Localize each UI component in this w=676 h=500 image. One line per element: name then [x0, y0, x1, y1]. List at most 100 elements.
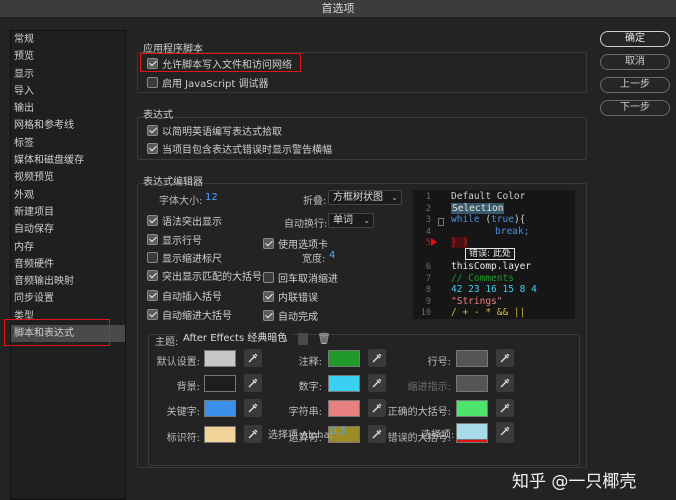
sidebar-item[interactable]: 预览	[11, 48, 125, 65]
color-label: 背景:	[176, 382, 200, 393]
editor-option-checkbox[interactable]: 内联错误	[263, 289, 318, 304]
checkbox-icon	[147, 77, 158, 88]
eyedropper-icon[interactable]	[244, 349, 262, 367]
sidebar-item[interactable]: 标签	[11, 135, 125, 152]
color-swatch[interactable]	[328, 375, 360, 392]
color-swatch[interactable]	[328, 400, 360, 417]
eyedropper-icon[interactable]	[368, 425, 386, 443]
color-label: 缩进指示:	[407, 382, 451, 393]
checkbox-icon	[263, 310, 274, 321]
window-title: 首选项	[0, 0, 676, 18]
eyedropper-icon[interactable]	[496, 399, 514, 417]
app-scripts-title: 应用程序脚本	[143, 44, 203, 55]
editor-option-checkbox[interactable]: 显示行号	[147, 232, 202, 247]
english-pickwhip-checkbox[interactable]: 以简明英语编写表达式拾取	[147, 123, 282, 138]
color-label: 标识符:	[166, 433, 200, 444]
checkbox-icon	[147, 270, 158, 281]
editor-option-checkbox[interactable]: 语法突出显示	[147, 213, 222, 228]
eyedropper-icon[interactable]	[496, 422, 514, 440]
color-swatch[interactable]	[456, 375, 488, 392]
eyedropper-icon[interactable]	[368, 349, 386, 367]
enable-debugger-checkbox[interactable]: 启用 JavaScript 调试器	[147, 75, 268, 90]
color-swatch[interactable]	[204, 350, 236, 367]
line-number: 3	[425, 215, 431, 225]
theme-label: 主题:	[155, 337, 179, 348]
fold-label: 折叠:	[303, 196, 327, 207]
line-number: 8	[425, 285, 431, 295]
sidebar-item[interactable]: 音频输出映射	[11, 273, 125, 290]
editor-option-checkbox[interactable]: 自动完成	[263, 308, 318, 323]
code-line-6: thisComp.layer	[451, 261, 532, 272]
sidebar-item[interactable]: 显示	[11, 66, 125, 83]
fold-dropdown[interactable]: 方框树状图 ⌄	[328, 190, 402, 205]
code-line-5: } }	[451, 237, 469, 248]
eyedropper-icon[interactable]	[244, 399, 262, 417]
allow-network-checkbox[interactable]: 允许脚本写入文件和访问网络	[147, 56, 292, 71]
sidebar-item[interactable]: 输出	[11, 100, 125, 117]
checkbox-icon	[263, 238, 274, 249]
line-number: 2	[425, 204, 431, 214]
chevron-down-icon: ⌄	[363, 216, 370, 225]
sidebar-item[interactable]: 内存	[11, 239, 125, 256]
duplicate-theme-icon[interactable]	[298, 333, 308, 345]
selection-color-label: 选择项:	[421, 430, 455, 441]
code-line-1: Default Color	[451, 191, 526, 202]
eyedropper-icon[interactable]	[368, 374, 386, 392]
checkbox-icon	[147, 252, 158, 263]
checkbox-icon	[147, 58, 158, 69]
eyedropper-icon[interactable]	[244, 374, 262, 392]
line-number: 10	[420, 308, 431, 318]
sidebar-item[interactable]: 音频硬件	[11, 256, 125, 273]
sidebar-item[interactable]: 网格和参考线	[11, 117, 125, 134]
next-button[interactable]: 下一步	[600, 100, 670, 116]
color-label: 正确的大括号:	[387, 407, 451, 418]
eyedropper-icon[interactable]	[496, 374, 514, 392]
cancel-button[interactable]: 取消	[600, 54, 670, 70]
prev-button[interactable]: 上一步	[600, 77, 670, 93]
warn-banner-checkbox[interactable]: 当项目包含表达式错误时显示警告横幅	[147, 141, 332, 156]
ok-button[interactable]: 确定	[600, 31, 670, 47]
eyedropper-icon[interactable]	[244, 425, 262, 443]
sidebar-item[interactable]: 新建项目	[11, 204, 125, 221]
code-line-7: // Comments	[451, 273, 514, 284]
sidebar-item[interactable]: 外观	[11, 187, 125, 204]
checkbox-icon	[263, 291, 274, 302]
color-swatch[interactable]	[204, 400, 236, 417]
code-line-8: 42 23 16 15 8 4	[451, 284, 537, 295]
editor-title: 表达式编辑器	[143, 177, 203, 188]
editor-option-checkbox[interactable]: 自动缩进大括号	[147, 307, 232, 322]
line-numbers: 1 2 3 4 5 6 7 8 9 10	[413, 190, 435, 319]
inline-error: 错误: 此处	[465, 248, 515, 260]
code-line-3: while (true){	[451, 214, 526, 225]
editor-option-checkbox[interactable]: 自动插入括号	[147, 288, 222, 303]
autowrap-dropdown[interactable]: 单词 ⌄	[328, 213, 374, 228]
editor-option-checkbox[interactable]: 显示缩进标尺	[147, 250, 222, 265]
trash-icon[interactable]: 🗑	[317, 332, 331, 345]
eyedropper-icon[interactable]	[368, 399, 386, 417]
width-value[interactable]: 4	[329, 250, 335, 261]
color-swatch[interactable]	[328, 350, 360, 367]
sidebar-item[interactable]: 同步设置	[11, 290, 125, 307]
sidebar-item[interactable]: 媒体和磁盘缓存	[11, 152, 125, 169]
alpha-value[interactable]: 0.3	[330, 426, 346, 437]
sidebar-item[interactable]: 自动保存	[11, 221, 125, 238]
selection-color-swatch[interactable]	[456, 423, 488, 440]
eyedropper-icon[interactable]	[496, 349, 514, 367]
color-swatch[interactable]	[456, 400, 488, 417]
color-swatch[interactable]	[204, 375, 236, 392]
font-size-label: 字体大小:	[159, 196, 203, 207]
sidebar-item[interactable]: 视频预览	[11, 169, 125, 186]
sidebar-item[interactable]: 类型	[11, 308, 125, 325]
color-swatch[interactable]	[456, 350, 488, 367]
color-label: 关键字:	[166, 407, 200, 418]
sidebar-item[interactable]: 脚本和表达式	[11, 325, 125, 343]
color-swatch[interactable]	[204, 426, 236, 443]
use-tabs-checkbox[interactable]: 使用选项卡	[263, 236, 328, 251]
sidebar-item[interactable]: 导入	[11, 83, 125, 100]
code-line-4: break;	[495, 226, 530, 237]
font-size-value[interactable]: 12	[205, 192, 218, 203]
theme-dropdown[interactable]: After Effects 经典暗色 ⌄	[178, 331, 292, 346]
editor-option-checkbox[interactable]: 突出显示匹配的大括号	[147, 268, 262, 283]
sidebar-item[interactable]: 常规	[11, 31, 125, 48]
editor-option-checkbox[interactable]: 回车取消缩进	[263, 270, 338, 285]
